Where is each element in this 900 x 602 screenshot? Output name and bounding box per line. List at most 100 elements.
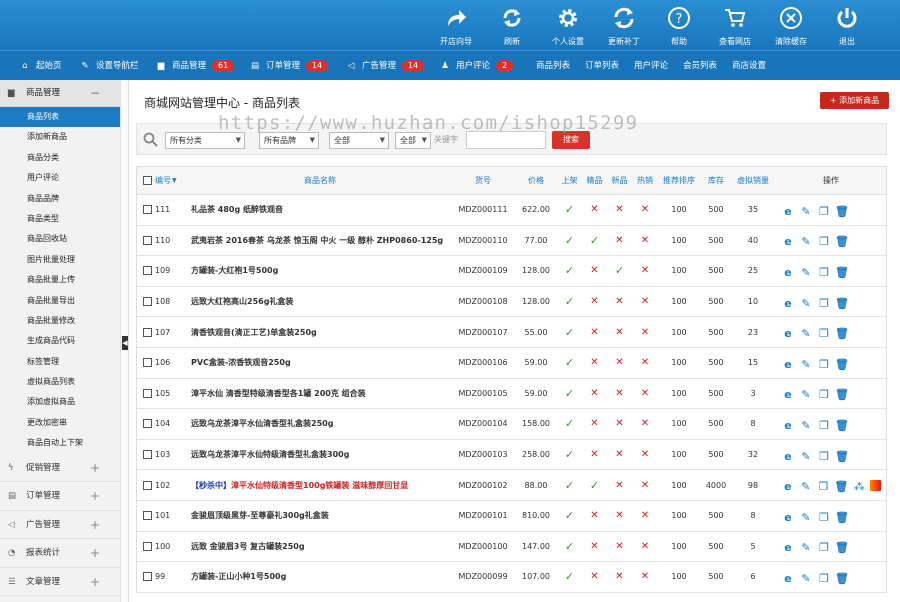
trash-icon[interactable]: 🗑 xyxy=(835,511,849,524)
view-icon[interactable]: e xyxy=(781,297,795,310)
sidebar-item[interactable]: 商品批量上传 xyxy=(0,270,120,290)
cross-icon[interactable]: ✕ xyxy=(590,327,598,338)
check-icon[interactable]: ✓ xyxy=(615,264,624,277)
sidebar-item[interactable]: 虚拟商品列表 xyxy=(0,372,120,392)
edit-icon[interactable]: ✎ xyxy=(799,511,813,524)
check-icon[interactable]: ✓ xyxy=(565,479,574,492)
goods-name[interactable]: 远致大红袍高山256g礼盒装 xyxy=(191,296,293,307)
edit-icon[interactable]: ✎ xyxy=(799,297,813,310)
trash-icon[interactable]: 🗑 xyxy=(835,327,849,340)
goods-name[interactable]: 金骏眉顶级黑芽-至尊豪礼300g礼盒装 xyxy=(191,510,329,521)
cross-icon[interactable]: ✕ xyxy=(615,388,623,399)
cross-icon[interactable]: ✕ xyxy=(590,357,598,368)
goods-name[interactable]: 方罐装-正山小种1号500g xyxy=(191,571,286,582)
goods-name[interactable]: 漳平水仙特级清香型100g铁罐装 滋味醇厚回甘显 xyxy=(231,480,408,491)
check-icon[interactable]: ✓ xyxy=(565,203,574,216)
trash-icon[interactable]: 🗑 xyxy=(835,235,849,248)
goods-name[interactable]: 武夷岩茶 2016春茶 乌龙茶 惊玉阁 中火 一级 醇朴 ZHP0860-125… xyxy=(191,235,443,246)
cross-icon[interactable]: ✕ xyxy=(641,541,649,552)
expand-icon[interactable]: + xyxy=(90,482,100,511)
collapse-icon[interactable]: − xyxy=(90,80,100,107)
nav-item-10[interactable]: 商店设置 xyxy=(732,51,766,81)
cross-icon[interactable]: ✕ xyxy=(641,388,649,399)
cross-icon[interactable]: ✕ xyxy=(641,296,649,307)
sidebar-group-0[interactable]: ϟ 促销管理 + xyxy=(0,453,120,483)
sidebar-item[interactable]: 商品品牌 xyxy=(0,189,120,209)
sidebar-item[interactable]: 商品类型 xyxy=(0,209,120,229)
edit-icon[interactable]: ✎ xyxy=(799,572,813,585)
sidebar-item[interactable]: 更改加密串 xyxy=(0,413,120,433)
nav-item-5[interactable]: ♟ 用户评论 2 xyxy=(440,51,514,81)
cross-icon[interactable]: ✕ xyxy=(615,235,623,246)
cross-icon[interactable]: ✕ xyxy=(615,510,623,521)
brand-select[interactable]: 所有品牌 ▼ xyxy=(259,132,319,149)
cross-icon[interactable]: ✕ xyxy=(641,571,649,582)
goods-name[interactable]: PVC盒装-浓香铁观音250g xyxy=(191,357,291,368)
sidebar-item[interactable]: 生成商品代码 xyxy=(0,331,120,351)
cross-icon[interactable]: ✕ xyxy=(615,449,623,460)
add-goods-button[interactable]: + 添加新商品 xyxy=(820,92,889,109)
toolbar-button-0[interactable]: 开店向导 xyxy=(430,4,482,48)
sidebar-item[interactable]: 商品批量导出 xyxy=(0,291,120,311)
copy-icon[interactable]: ❐ xyxy=(817,358,831,371)
check-icon[interactable]: ✓ xyxy=(565,540,574,553)
check-icon[interactable]: ✓ xyxy=(565,417,574,430)
nav-item-7[interactable]: 订单列表 xyxy=(585,51,619,81)
cross-icon[interactable]: ✕ xyxy=(641,480,649,491)
check-icon[interactable]: ✓ xyxy=(565,356,574,369)
row-checkbox[interactable] xyxy=(143,450,152,460)
trash-icon[interactable]: 🗑 xyxy=(835,358,849,371)
sidebar-item[interactable]: 商品列表 xyxy=(0,107,120,128)
cross-icon[interactable]: ✕ xyxy=(590,541,598,552)
goods-name[interactable]: 远致乌龙茶漳平水仙特级清香型礼盒装300g xyxy=(191,449,349,460)
check-icon[interactable]: ✓ xyxy=(565,264,574,277)
view-icon[interactable]: e xyxy=(781,358,795,371)
cross-icon[interactable]: ✕ xyxy=(641,449,649,460)
edit-icon[interactable]: ✎ xyxy=(799,541,813,554)
sidebar-group-2[interactable]: ◁ 广告管理 + xyxy=(0,510,120,540)
copy-icon[interactable]: ❐ xyxy=(817,419,831,432)
view-icon[interactable]: e xyxy=(781,511,795,524)
goods-name[interactable]: 清香铁观音(清正工艺)单盒装250g xyxy=(191,327,317,338)
trash-icon[interactable]: 🗑 xyxy=(835,388,849,401)
copy-icon[interactable]: ❐ xyxy=(817,297,831,310)
cross-icon[interactable]: ✕ xyxy=(590,571,598,582)
expand-icon[interactable]: + xyxy=(90,539,100,568)
edit-icon[interactable]: ✎ xyxy=(799,205,813,218)
view-icon[interactable]: e xyxy=(781,205,795,218)
cross-icon[interactable]: ✕ xyxy=(590,418,598,429)
copy-icon[interactable]: ❐ xyxy=(817,266,831,279)
cross-icon[interactable]: ✕ xyxy=(590,204,598,215)
copy-icon[interactable]: ❐ xyxy=(817,205,831,218)
check-icon[interactable]: ✓ xyxy=(565,387,574,400)
edit-icon[interactable]: ✎ xyxy=(799,450,813,463)
sidebar-item[interactable]: 图片批量处理 xyxy=(0,250,120,270)
cross-icon[interactable]: ✕ xyxy=(615,357,623,368)
sidebar-item[interactable]: 商品回收站 xyxy=(0,229,120,249)
trash-icon[interactable]: 🗑 xyxy=(835,541,849,554)
sidebar-group-goods[interactable]: ▆ 商品管理 − xyxy=(0,80,120,107)
copy-icon[interactable]: ❐ xyxy=(817,327,831,340)
copy-icon[interactable]: ❐ xyxy=(817,572,831,585)
cross-icon[interactable]: ✕ xyxy=(641,327,649,338)
trash-icon[interactable]: 🗑 xyxy=(834,480,848,493)
edit-icon[interactable]: ✎ xyxy=(799,235,813,248)
cross-icon[interactable]: ✕ xyxy=(641,265,649,276)
goods-name[interactable]: 漳平水仙 清香型特级清香型各1罐 200克 组合装 xyxy=(191,388,366,399)
nav-item-1[interactable]: ✎ 设置导航栏 xyxy=(80,51,138,81)
view-icon[interactable]: e xyxy=(781,266,795,279)
expand-icon[interactable]: + xyxy=(90,511,100,540)
row-checkbox[interactable] xyxy=(143,297,152,307)
cross-icon[interactable]: ✕ xyxy=(590,388,598,399)
sidebar-item[interactable]: 商品批量修改 xyxy=(0,311,120,331)
cross-icon[interactable]: ✕ xyxy=(590,296,598,307)
cross-icon[interactable]: ✕ xyxy=(615,418,623,429)
copy-icon[interactable]: ❐ xyxy=(817,388,831,401)
sidebar-item[interactable]: 商品自动上下架 xyxy=(0,433,120,453)
view-icon[interactable]: e xyxy=(781,572,795,585)
cross-icon[interactable]: ✕ xyxy=(641,235,649,246)
toolbar-button-3[interactable]: 更新补丁 xyxy=(598,4,650,48)
check-icon[interactable]: ✓ xyxy=(565,234,574,247)
toolbar-button-5[interactable]: 查看网店 xyxy=(709,4,761,48)
nav-item-9[interactable]: 会员列表 xyxy=(683,51,717,81)
